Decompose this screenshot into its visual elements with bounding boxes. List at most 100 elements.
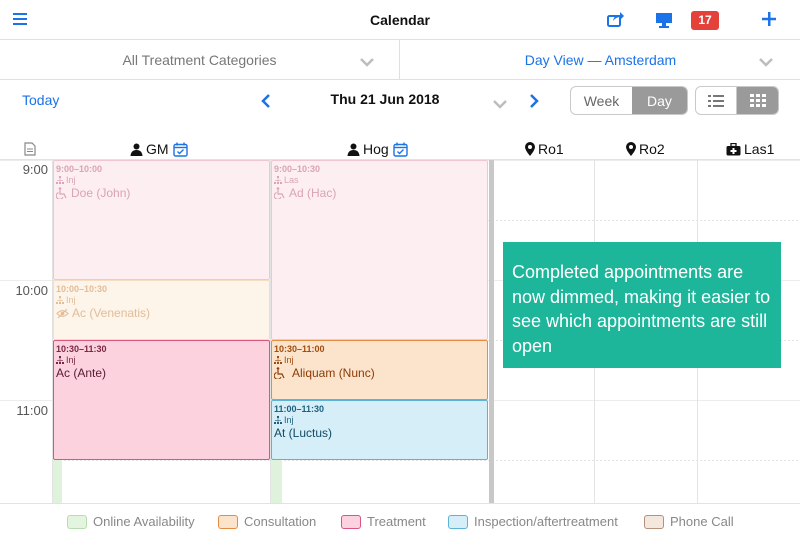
- time-label: 11:00: [16, 403, 48, 418]
- calendar-check-icon[interactable]: [392, 142, 408, 157]
- share-icon[interactable]: [606, 10, 624, 33]
- top-bar: Calendar 17: [0, 0, 800, 40]
- column-header-las1[interactable]: Las1: [726, 138, 774, 160]
- calendar-app: Calendar 17 All Treatment Categories Day…: [0, 0, 800, 539]
- appointment-time: 10:30–11:00: [274, 344, 325, 354]
- today-button[interactable]: Today: [22, 92, 59, 108]
- document-icon: [24, 142, 36, 156]
- hierarchy-icon: [56, 176, 64, 184]
- day-tab[interactable]: Day: [631, 87, 687, 114]
- hierarchy-icon: [56, 356, 64, 364]
- person-icon: [130, 143, 143, 156]
- column-header-ro2[interactable]: Ro2: [626, 138, 665, 160]
- appointment[interactable]: 10:30–11:30 Inj Ac (Ante): [53, 340, 270, 460]
- filter-bar: All Treatment Categories Day View — Amst…: [0, 40, 800, 80]
- medical-case-icon: [726, 142, 741, 155]
- appointment[interactable]: 11:00–11:30 Inj At (Luctus): [271, 400, 488, 460]
- appointment-sub: Inj: [56, 355, 267, 365]
- page-title: Calendar: [370, 12, 430, 28]
- hierarchy-icon: [274, 356, 282, 364]
- feature-tooltip: Completed appointments are now dimmed, m…: [503, 242, 781, 368]
- notification-badge[interactable]: 17: [691, 11, 719, 30]
- appointment[interactable]: 10:00–10:30 Inj Ac (Venenatis): [53, 280, 270, 340]
- legend-swatch: [448, 514, 468, 529]
- hierarchy-icon: [56, 296, 64, 304]
- calendar-check-icon[interactable]: [172, 142, 188, 157]
- view-select-label: Day View — Amsterdam: [524, 52, 677, 68]
- view-select[interactable]: Day View — Amsterdam: [401, 40, 800, 80]
- online-availability-block: [53, 460, 62, 503]
- legend-swatch: [218, 514, 238, 529]
- wheelchair-icon: [274, 367, 285, 379]
- week-tab[interactable]: Week: [571, 87, 632, 114]
- column-header-hog[interactable]: Hog: [347, 138, 408, 160]
- appointment[interactable]: 9:00–10:30 Las Ad (Hac): [271, 160, 488, 340]
- legend-item-online: Online Availability: [67, 514, 195, 529]
- appointment-sub: Inj: [274, 355, 485, 365]
- column-label: GM: [146, 141, 169, 157]
- appointment[interactable]: 10:30–11:00 Inj Aliquam (Nunc): [271, 340, 488, 400]
- time-label: 10:00: [15, 283, 48, 298]
- resource-separator: [489, 160, 494, 503]
- appointment-time: 11:00–11:30: [274, 404, 325, 414]
- grid-view-button[interactable]: [736, 87, 778, 114]
- chevron-down-icon[interactable]: [758, 54, 774, 72]
- online-availability-block: [271, 460, 282, 503]
- column-header-ro1[interactable]: Ro1: [525, 138, 564, 160]
- column-label: Las1: [744, 141, 775, 157]
- wheelchair-icon: [56, 187, 67, 199]
- appointment-patient: Ac (Ante): [56, 366, 107, 380]
- column-header-gm[interactable]: GM: [130, 138, 188, 160]
- appointment-sub: Las: [274, 175, 485, 185]
- legend-item-inspection: Inspection/aftertreatment: [448, 514, 618, 529]
- appointment-patient: Doe (John): [56, 186, 267, 200]
- add-icon[interactable]: [762, 12, 776, 31]
- appointment-time: 10:00–10:30: [56, 284, 108, 294]
- legend-swatch: [644, 514, 664, 529]
- current-date[interactable]: Thu 21 Jun 2018: [300, 91, 470, 107]
- appointment-patient: Aliquam (Nunc): [274, 366, 485, 380]
- hierarchy-icon: [274, 416, 282, 424]
- chevron-down-icon[interactable]: [359, 54, 375, 72]
- appointment-time: 9:00–10:30: [274, 164, 321, 174]
- print-button[interactable]: [24, 138, 36, 160]
- appointment-patient: At (Luctus): [274, 426, 333, 440]
- column-label: Hog: [363, 141, 389, 157]
- appointment-time: 9:00–10:00: [56, 164, 103, 174]
- list-view-button[interactable]: [696, 87, 736, 114]
- column-label: Ro1: [538, 141, 564, 157]
- date-navigation: Today Thu 21 Jun 2018 Week Day: [0, 80, 800, 121]
- monitor-icon[interactable]: [655, 12, 673, 33]
- column-label: Ro2: [639, 141, 665, 157]
- legend-swatch: [67, 514, 87, 529]
- grid-icon: [749, 93, 766, 107]
- layout-toggle: [695, 86, 779, 115]
- legend-item-consultation: Consultation: [218, 514, 316, 529]
- category-select-label: All Treatment Categories: [122, 52, 277, 68]
- appointment-sub: Inj: [274, 415, 485, 425]
- appointment-time: 10:30–11:30: [56, 344, 107, 354]
- eye-slash-icon: [56, 308, 69, 318]
- map-pin-icon: [626, 142, 636, 156]
- map-pin-icon: [525, 142, 535, 156]
- hierarchy-icon: [274, 176, 282, 184]
- chevron-down-icon[interactable]: [492, 96, 508, 114]
- wheelchair-icon: [274, 187, 285, 199]
- legend: Online Availability Consultation Treatme…: [0, 503, 800, 539]
- appointment[interactable]: 9:00–10:00 Inj Doe (John): [53, 160, 270, 280]
- legend-item-treatment: Treatment: [341, 514, 426, 529]
- time-label: 9:00: [22, 162, 48, 177]
- appointment-sub: Inj: [56, 295, 267, 305]
- range-toggle: Week Day: [570, 86, 688, 115]
- legend-item-phone-call: Phone Call: [644, 514, 734, 529]
- appointment-sub: Inj: [56, 175, 267, 185]
- chevron-left-icon[interactable]: [260, 93, 272, 114]
- list-icon: [708, 94, 724, 107]
- chevron-right-icon[interactable]: [528, 93, 540, 114]
- category-select[interactable]: All Treatment Categories: [0, 40, 400, 80]
- appointment-patient: Ac (Venenatis): [56, 306, 267, 320]
- legend-swatch: [341, 514, 361, 529]
- appointment-patient: Ad (Hac): [274, 186, 485, 200]
- person-icon: [347, 143, 360, 156]
- half-hour-line: [52, 460, 800, 461]
